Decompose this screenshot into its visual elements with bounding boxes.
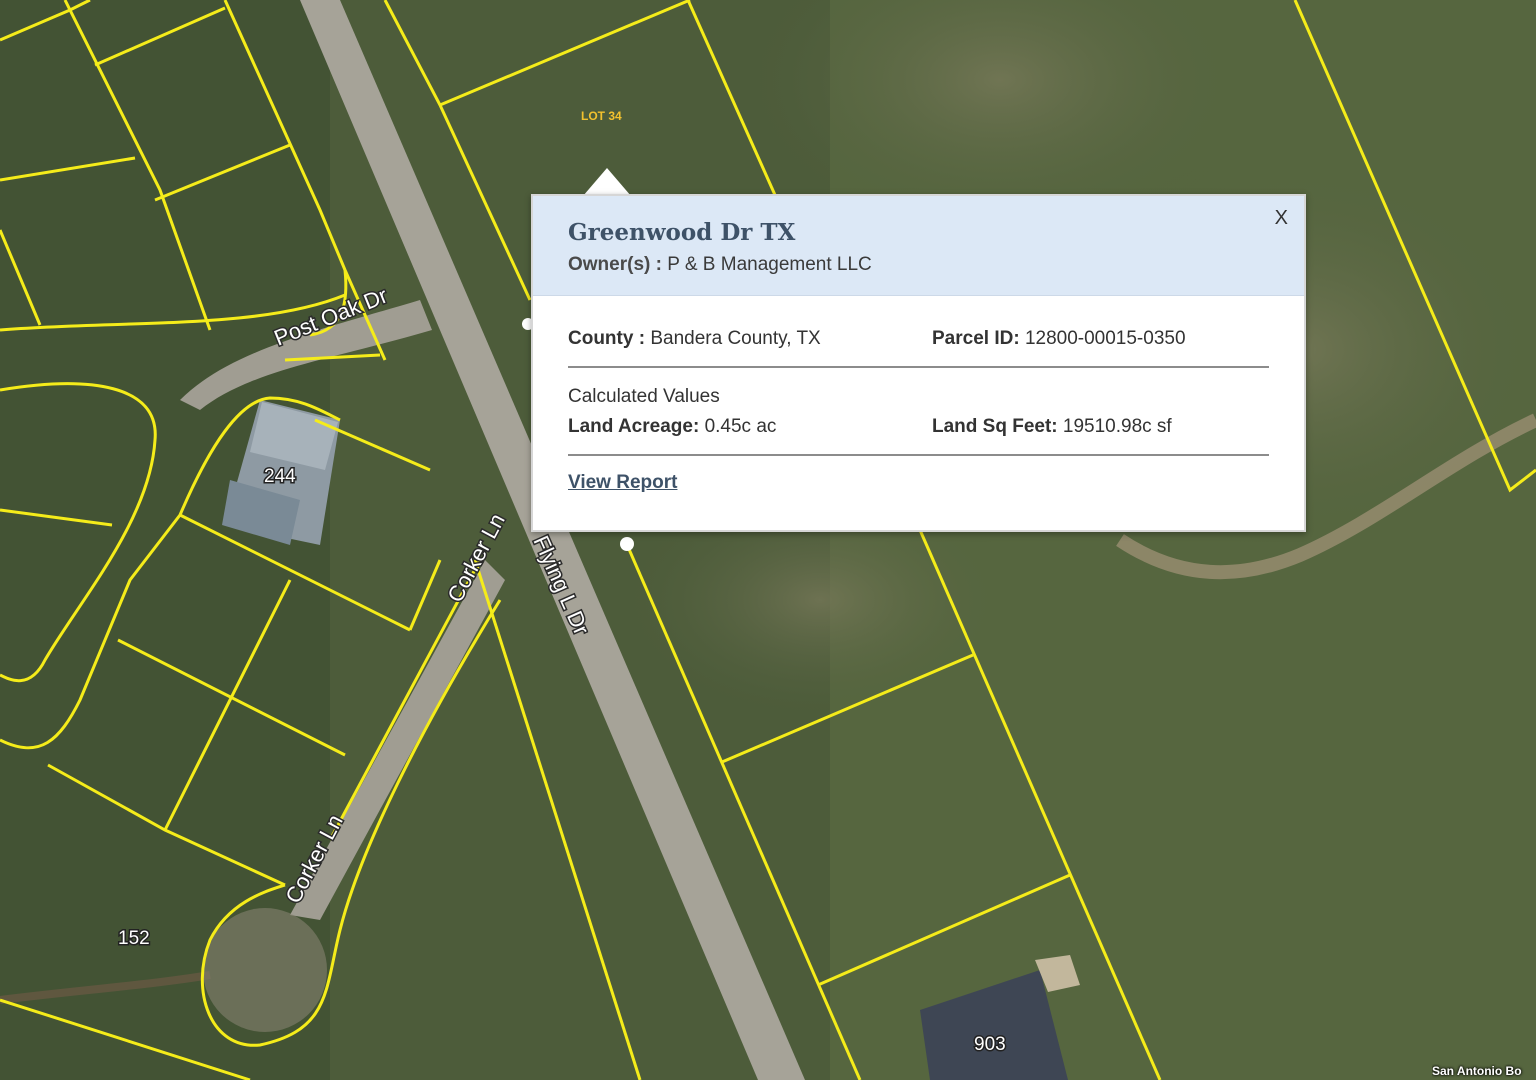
calculated-values-heading: Calculated Values [568,386,720,407]
acreage-sqft-row: Land Acreage: 0.45c ac Land Sq Feet: 195… [568,414,1269,440]
view-report-link[interactable]: View Report [568,472,677,494]
acreage-value: 0.45c ac [704,416,777,437]
divider [568,454,1269,456]
popup-header: Greenwood Dr TX Owner(s) : P & B Managem… [533,196,1304,296]
county-value: Bandera County, TX [650,328,821,349]
map-marker-dot[interactable] [620,537,634,551]
owner-row: Owner(s) : P & B Management LLC [568,252,1304,278]
cul-de-sac [203,908,327,1032]
popup-pointer [583,168,631,196]
house-number: 903 [974,1034,1006,1055]
owner-label: Owner(s) : [568,254,662,275]
parcel-id-field: Parcel ID: 12800-00015-0350 [932,326,1186,352]
acreage-label: Land Acreage: [568,416,700,437]
county-field: County : Bandera County, TX [568,326,932,352]
acreage-field: Land Acreage: 0.45c ac [568,414,932,440]
popup-title: Greenwood Dr TX [568,219,796,246]
house-number: 152 [118,928,150,949]
sqft-value: 19510.98c sf [1062,416,1172,437]
sqft-label: Land Sq Feet: [932,416,1058,437]
county-parcel-row: County : Bandera County, TX Parcel ID: 1… [568,326,1269,352]
satellite-map[interactable]: Post Oak Dr Corker Ln Corker Ln Flying L… [0,0,1536,1080]
owner-value: P & B Management LLC [667,254,872,275]
house-number: 244 [264,466,296,487]
parcel-info-popup: Greenwood Dr TX Owner(s) : P & B Managem… [531,194,1306,532]
lot-label: LOT 34 [581,109,622,123]
sqft-field: Land Sq Feet: 19510.98c sf [932,414,1172,440]
parcel-id-label: Parcel ID: [932,328,1020,349]
close-button[interactable]: X [1275,206,1288,230]
divider [568,366,1269,368]
popup-body: County : Bandera County, TX Parcel ID: 1… [533,296,1304,494]
county-label: County : [568,328,646,349]
parcel-id-value: 12800-00015-0350 [1024,328,1186,349]
map-attribution: San Antonio Bo [1432,1064,1522,1078]
